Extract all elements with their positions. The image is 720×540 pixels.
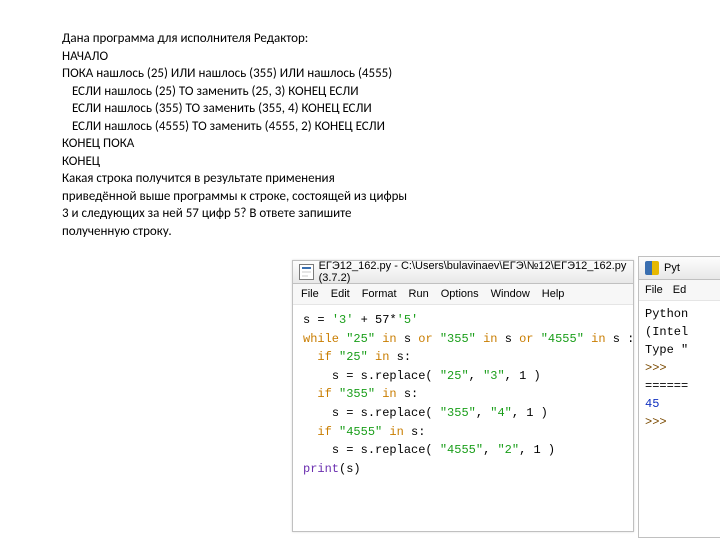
idle-editor-window: ЕГЭ12_162.py - C:\Users\bulavinaev\ЕГЭ\№… bbox=[292, 260, 634, 532]
shell-titlebar[interactable]: Pyt bbox=[639, 257, 720, 280]
line: приведённой выше программы к строке, сос… bbox=[62, 188, 462, 206]
shell-prompt: >>> bbox=[645, 415, 674, 429]
code-line: s = s.replace( "4555", "2", 1 ) bbox=[303, 443, 555, 457]
line: полученную строку. bbox=[62, 223, 462, 241]
shell-title: Pyt bbox=[664, 262, 680, 274]
code-line: if "25" in s: bbox=[303, 350, 411, 364]
menu-run[interactable]: Run bbox=[409, 288, 429, 300]
line: ЕСЛИ нашлось (25) ТО заменить (25, 3) КО… bbox=[62, 83, 462, 101]
idle-shell-window: Pyt File Ed Python (Intel Type " >>> ===… bbox=[638, 256, 720, 538]
shell-line: (Intel bbox=[645, 325, 688, 339]
shell-result: 45 bbox=[645, 397, 659, 411]
code-area[interactable]: s = '3' + 57*'5' while "25" in s or "355… bbox=[293, 305, 633, 484]
shell-menu-file[interactable]: File bbox=[645, 284, 663, 296]
line: ПОКА нашлось (25) ИЛИ нашлось (355) ИЛИ … bbox=[62, 65, 462, 83]
code-line: if "355" in s: bbox=[303, 387, 418, 401]
editor-title: ЕГЭ12_162.py - C:\Users\bulavinaev\ЕГЭ\№… bbox=[319, 260, 627, 284]
menu-format[interactable]: Format bbox=[362, 288, 397, 300]
code-line: s = s.replace( "25", "3", 1 ) bbox=[303, 369, 541, 383]
menu-options[interactable]: Options bbox=[441, 288, 479, 300]
code-line: print(s) bbox=[303, 462, 361, 476]
shell-menu-edit[interactable]: Ed bbox=[673, 284, 686, 296]
code-line: s = '3' + 57*'5' bbox=[303, 313, 418, 327]
shell-prompt: >>> bbox=[645, 361, 674, 375]
line: ЕСЛИ нашлось (4555) ТО заменить (4555, 2… bbox=[62, 118, 462, 136]
line: КОНЕЦ bbox=[62, 153, 462, 171]
shell-output[interactable]: Python (Intel Type " >>> ====== 45 >>> bbox=[639, 301, 720, 435]
shell-line: Type " bbox=[645, 343, 688, 357]
line: 3 и следующих за ней 57 цифр 5? В ответе… bbox=[62, 205, 462, 223]
code-line: while "25" in s or "355" in s or "4555" … bbox=[303, 332, 634, 346]
line: Дана программа для исполнителя Редактор: bbox=[62, 30, 462, 48]
menu-file[interactable]: File bbox=[301, 288, 319, 300]
editor-titlebar[interactable]: ЕГЭ12_162.py - C:\Users\bulavinaev\ЕГЭ\№… bbox=[293, 261, 633, 284]
shell-line: Python bbox=[645, 307, 688, 321]
menu-edit[interactable]: Edit bbox=[331, 288, 350, 300]
line: КОНЕЦ ПОКА bbox=[62, 135, 462, 153]
line: ЕСЛИ нашлось (355) ТО заменить (355, 4) … bbox=[62, 100, 462, 118]
line: НАЧАЛО bbox=[62, 48, 462, 66]
document-icon bbox=[299, 264, 314, 280]
menu-help[interactable]: Help bbox=[542, 288, 565, 300]
shell-restart: ====== bbox=[645, 379, 688, 393]
menu-window[interactable]: Window bbox=[491, 288, 530, 300]
code-line: if "4555" in s: bbox=[303, 425, 425, 439]
code-line: s = s.replace( "355", "4", 1 ) bbox=[303, 406, 548, 420]
problem-text: Дана программа для исполнителя Редактор:… bbox=[62, 30, 462, 241]
editor-menubar: File Edit Format Run Options Window Help bbox=[293, 284, 633, 305]
python-icon bbox=[645, 261, 659, 275]
line: Какая строка получится в результате прим… bbox=[62, 170, 462, 188]
shell-menubar: File Ed bbox=[639, 280, 720, 301]
